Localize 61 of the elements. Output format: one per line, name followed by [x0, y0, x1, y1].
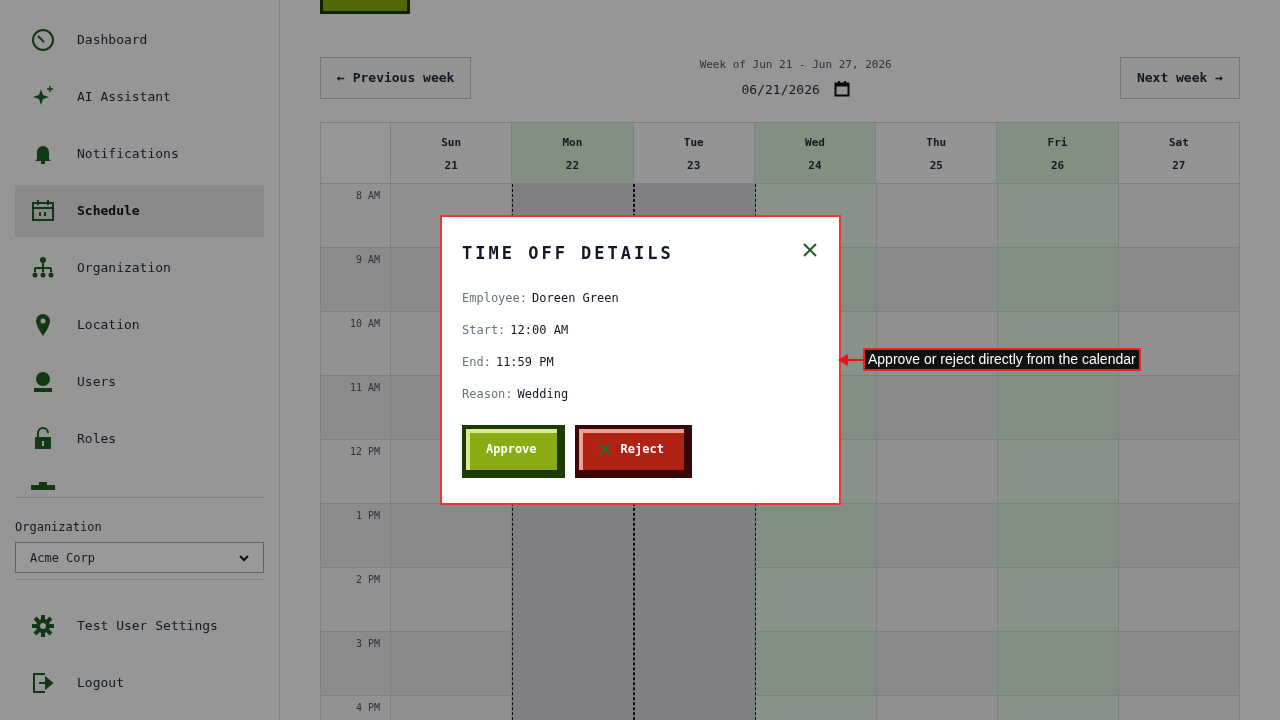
hour-cell: 4 PM [321, 696, 390, 720]
calendar-icon [31, 199, 55, 223]
sidebar-item[interactable]: AI Assistant [15, 71, 264, 123]
organization-label: Organization [15, 519, 103, 536]
sidebar-item[interactable]: Logout [15, 657, 264, 709]
day-name: Sun [441, 135, 462, 151]
hour-cell: 8 AM [321, 184, 390, 248]
hierarchy-icon [31, 256, 55, 280]
field-value: 12:00 AM [510, 321, 569, 339]
day-date: 21 [444, 157, 458, 174]
day-name: Wed [805, 135, 825, 151]
sidebar-item[interactable]: Location [15, 299, 264, 351]
hour-cell: 1 PM [321, 504, 390, 568]
day-date: 23 [687, 157, 701, 174]
next-week-button[interactable]: Next week → [1119, 57, 1240, 99]
logout-icon [31, 671, 55, 695]
hour-cell: 10 AM [321, 312, 390, 376]
user-icon [31, 370, 55, 394]
arrow-icon [838, 353, 864, 367]
day-name: Fri [1047, 135, 1068, 151]
annotation-tooltip: Approve or reject directly from the calendar [863, 348, 1141, 371]
settings-icon [31, 614, 55, 638]
day-date: 24 [808, 157, 822, 174]
day-name: Sat [1168, 135, 1189, 151]
chevron-icon [239, 552, 249, 563]
day-date: 22 [565, 157, 580, 174]
sidebar-item[interactable]: Users [15, 356, 264, 408]
field-label: Reason: [462, 385, 513, 403]
day-name: Thu [926, 135, 947, 151]
date-field[interactable]: 06/21/2026 [741, 79, 850, 99]
field-label: Start: [462, 321, 506, 339]
hour-cell: 11 AM [321, 376, 390, 440]
dashboard-icon [31, 28, 55, 52]
day-name: Tue [683, 135, 704, 151]
field-value: Wedding [517, 385, 569, 403]
field-value: 11:59 PM [495, 353, 554, 371]
close-icon[interactable] [803, 243, 817, 257]
sidebar-item[interactable]: Notifications [15, 128, 264, 180]
sidebar-item[interactable]: Roles [15, 413, 264, 465]
week-range-label: Week of Jun 21 - Jun 27, 2026 [699, 57, 892, 73]
field-value: Doreen Green [532, 289, 619, 307]
previous-week-button[interactable]: ← Previous week [320, 57, 472, 99]
organization-select[interactable]: Acme Corp [15, 542, 264, 573]
day-name: Mon [562, 135, 583, 151]
field-label: Employee: [462, 289, 528, 307]
day-date: 27 [1172, 157, 1186, 174]
sidebar-item[interactable]: Schedule [15, 185, 264, 237]
sidebar-item[interactable]: Dashboard [15, 14, 264, 66]
hour-cell: 12 PM [321, 440, 390, 504]
calendar-icon[interactable] [833, 81, 850, 98]
sidebar-item[interactable]: Organization [15, 242, 264, 294]
close-icon [598, 443, 611, 455]
sidebar-item[interactable]: Test User Settings [15, 600, 264, 652]
modal-title: TIME OFF DETAILS [462, 242, 674, 265]
reject-button[interactable]: Reject [574, 424, 692, 478]
day-date: 26 [1050, 157, 1065, 174]
day-date: 25 [929, 157, 943, 174]
hour-cell: 9 AM [321, 248, 390, 312]
hour-cell: 3 PM [321, 632, 390, 696]
hour-cell: 2 PM [321, 568, 390, 632]
field-label: End: [462, 353, 491, 371]
